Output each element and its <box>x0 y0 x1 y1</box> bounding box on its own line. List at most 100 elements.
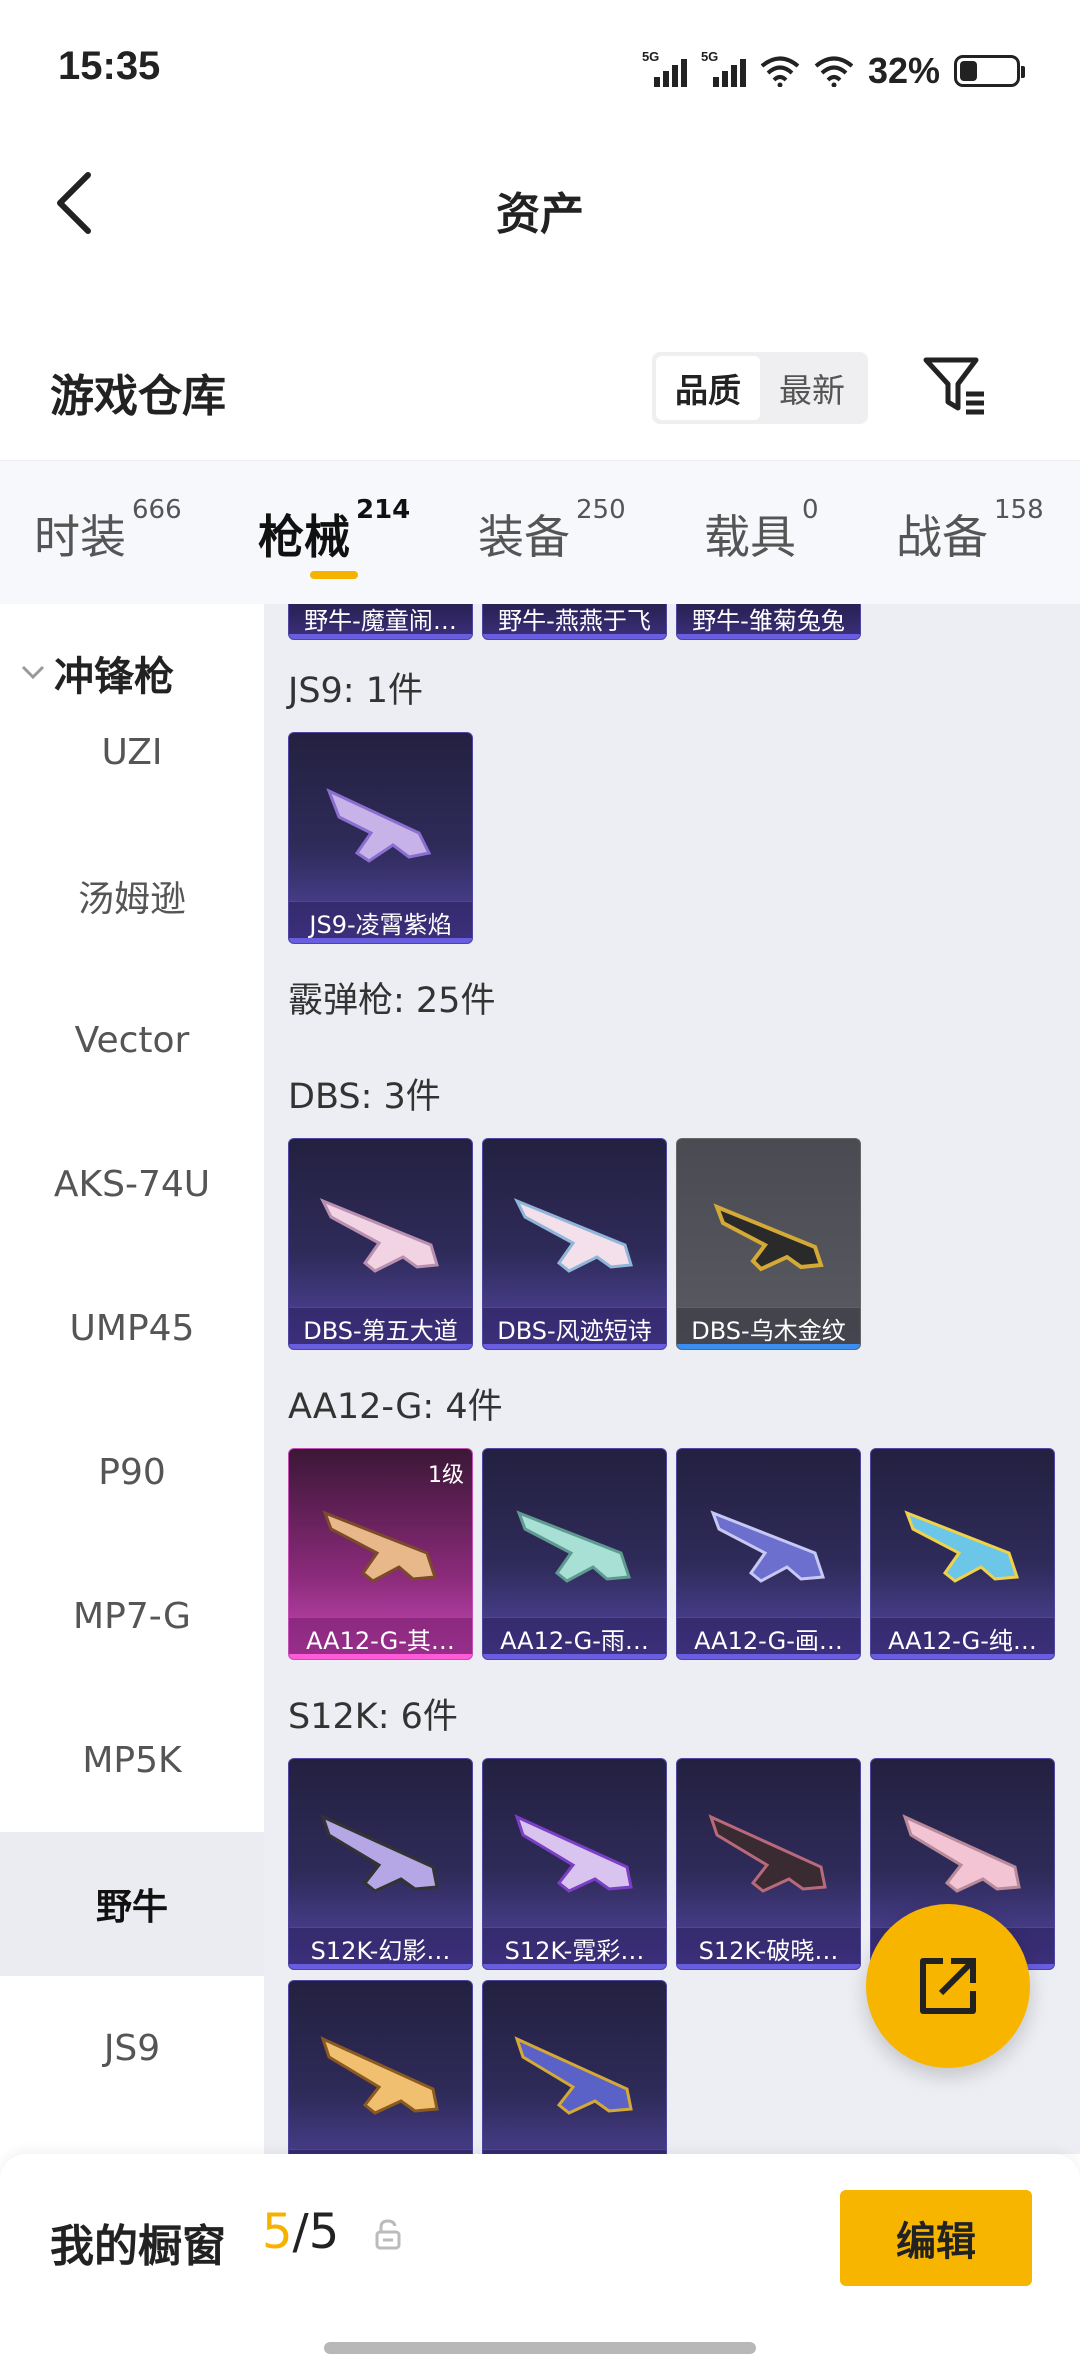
sort-toggle: 品质 最新 <box>652 352 868 424</box>
weapon-card-name: DBS-风迹短诗 <box>483 1307 666 1349</box>
active-tab-indicator <box>310 571 358 579</box>
gun-image-icon <box>320 1814 439 1893</box>
weapon-card[interactable]: AA12-G-画… <box>676 1448 861 1660</box>
share-external-icon <box>920 1958 976 2014</box>
weapon-card[interactable]: JS9-凌霄紫焰 <box>288 732 473 944</box>
tab-fashion[interactable]: 时装 666 <box>34 495 182 567</box>
weapon-card-name: AA12-G-纯… <box>871 1617 1054 1659</box>
showcase-separator: / <box>292 2204 309 2260</box>
weapon-card[interactable]: 野牛-魔童闹… <box>288 604 473 640</box>
gun-image-icon <box>713 1203 824 1272</box>
signal-icon: 5G <box>701 49 746 87</box>
weapon-card[interactable]: S12K-霓彩… <box>482 1758 667 1970</box>
filter-button[interactable] <box>918 350 990 422</box>
tab-count: 214 <box>356 495 411 525</box>
tab-count: 158 <box>994 495 1044 525</box>
gun-image-icon <box>902 1814 1021 1893</box>
weapon-card[interactable]: S12K-幻影… <box>288 1758 473 1970</box>
weapon-card[interactable]: 1级 AA12-G-其… <box>288 1448 473 1660</box>
tab-label: 载具 <box>704 510 796 564</box>
signal-icon: 5G <box>642 49 687 87</box>
weapon-card[interactable]: DBS-乌木金纹 <box>676 1138 861 1350</box>
weapon-card-name: DBS-乌木金纹 <box>677 1307 860 1349</box>
gun-image-icon <box>516 1510 632 1583</box>
tab-count: 666 <box>132 495 182 525</box>
sort-latest-button[interactable]: 最新 <box>760 356 864 420</box>
weapon-card[interactable] <box>482 1980 667 2154</box>
warehouse-title: 游戏仓库 <box>50 371 226 422</box>
tab-equipment[interactable]: 装备 250 <box>478 495 626 567</box>
section-title: 霰弹枪: 25件 <box>288 981 496 1021</box>
gun-image-icon <box>514 2036 633 2115</box>
section-title: JS9: 1件 <box>288 671 423 711</box>
weapon-card[interactable]: DBS-风迹短诗 <box>482 1138 667 1350</box>
signal-type-label: 5G <box>641 49 660 64</box>
weapon-type-sidebar: 冲锋枪 UZI 汤姆逊 Vector AKS-74U UMP45 P90 MP7… <box>0 604 264 2154</box>
weapon-card[interactable]: AA12-G-雨… <box>482 1448 667 1660</box>
gun-image-icon <box>322 1510 438 1583</box>
home-indicator[interactable] <box>324 2342 756 2354</box>
sidebar-item-mp7g[interactable]: MP7-G <box>0 1544 264 1688</box>
tab-vehicles[interactable]: 载具 0 <box>704 495 819 567</box>
tab-label: 战备 <box>896 510 988 564</box>
weapon-card[interactable]: DBS-第五大道 <box>288 1138 473 1350</box>
category-tabs: 时装 666 枪械 214 装备 250 载具 0 战备 158 <box>0 460 1080 604</box>
unlock-icon <box>375 2219 401 2250</box>
section-title: AA12-G: 4件 <box>288 1387 503 1427</box>
weapon-card-name: JS9-凌霄紫焰 <box>289 901 472 943</box>
weapon-card-name: S12K-幻影… <box>289 1927 472 1969</box>
share-button[interactable] <box>866 1904 1030 2068</box>
section-title: S12K: 6件 <box>288 1697 458 1737</box>
tab-label: 时装 <box>34 510 126 564</box>
gun-image-icon <box>326 788 432 863</box>
tab-guns[interactable]: 枪械 214 <box>258 495 410 567</box>
weapon-card[interactable]: S12K-破晓… <box>676 1758 861 1970</box>
status-bar: 15:35 5G 5G 32% <box>0 0 1080 140</box>
showcase-bar: 我的橱窗 5/5 编辑 <box>0 2154 1080 2376</box>
showcase-current: 5 <box>262 2204 293 2260</box>
weapon-card[interactable] <box>288 1980 473 2154</box>
sort-quality-button[interactable]: 品质 <box>656 356 760 420</box>
weapon-card[interactable]: AA12-G-纯… <box>870 1448 1055 1660</box>
edit-button[interactable]: 编辑 <box>840 2190 1032 2286</box>
gun-image-icon <box>514 1814 633 1893</box>
showcase-label: 我的橱窗 <box>50 2221 226 2272</box>
wifi-icon <box>814 56 854 87</box>
weapon-card-name: AA12-G-画… <box>677 1617 860 1659</box>
tab-count: 250 <box>576 495 626 525</box>
weapon-card-name: DBS-第五大道 <box>289 1307 472 1349</box>
section-title: DBS: 3件 <box>288 1077 441 1117</box>
signal-type-label: 5G <box>700 49 719 64</box>
gun-image-icon <box>320 2036 439 2115</box>
sidebar-item-js9[interactable]: JS9 <box>0 1976 264 2120</box>
sidebar-item-uzi[interactable]: UZI <box>0 680 264 824</box>
gun-image-icon <box>708 1814 827 1893</box>
weapon-card[interactable]: 野牛-燕燕于飞 <box>482 604 667 640</box>
sidebar-item-vector[interactable]: Vector <box>0 968 264 1112</box>
sidebar-item-thompson[interactable]: 汤姆逊 <box>0 824 264 968</box>
weapon-card-name: S12K-破晓… <box>677 1927 860 1969</box>
gun-image-icon <box>319 1198 439 1273</box>
gun-image-icon <box>904 1510 1020 1583</box>
wifi-icon <box>760 56 800 87</box>
status-icons: 5G 5G 32% <box>642 49 1025 92</box>
gun-image-icon <box>710 1510 826 1583</box>
weapon-card[interactable]: 野牛-雏菊兔兔 <box>676 604 861 640</box>
tab-supplies[interactable]: 战备 158 <box>896 495 1044 567</box>
tab-label: 枪械 <box>258 510 350 564</box>
tab-label: 装备 <box>478 510 570 564</box>
sidebar-item-ump45[interactable]: UMP45 <box>0 1256 264 1400</box>
page-title: 资产 <box>496 189 584 240</box>
filter-icon <box>923 357 984 415</box>
status-time: 15:35 <box>58 44 161 88</box>
sidebar-item-p90[interactable]: P90 <box>0 1400 264 1544</box>
battery-percent: 32% <box>867 50 940 91</box>
showcase-total: 5 <box>308 2204 340 2260</box>
gun-image-icon <box>513 1198 633 1273</box>
sidebar-item-bizon[interactable]: 野牛 <box>0 1832 264 1976</box>
weapon-card-name: AA12-G-雨… <box>483 1617 666 1659</box>
sidebar-item-mp5k[interactable]: MP5K <box>0 1688 264 1832</box>
sidebar-item-aks74u[interactable]: AKS-74U <box>0 1112 264 1256</box>
tab-count: 0 <box>802 495 819 525</box>
weapon-card-name: S12K-霓彩… <box>483 1927 666 1969</box>
